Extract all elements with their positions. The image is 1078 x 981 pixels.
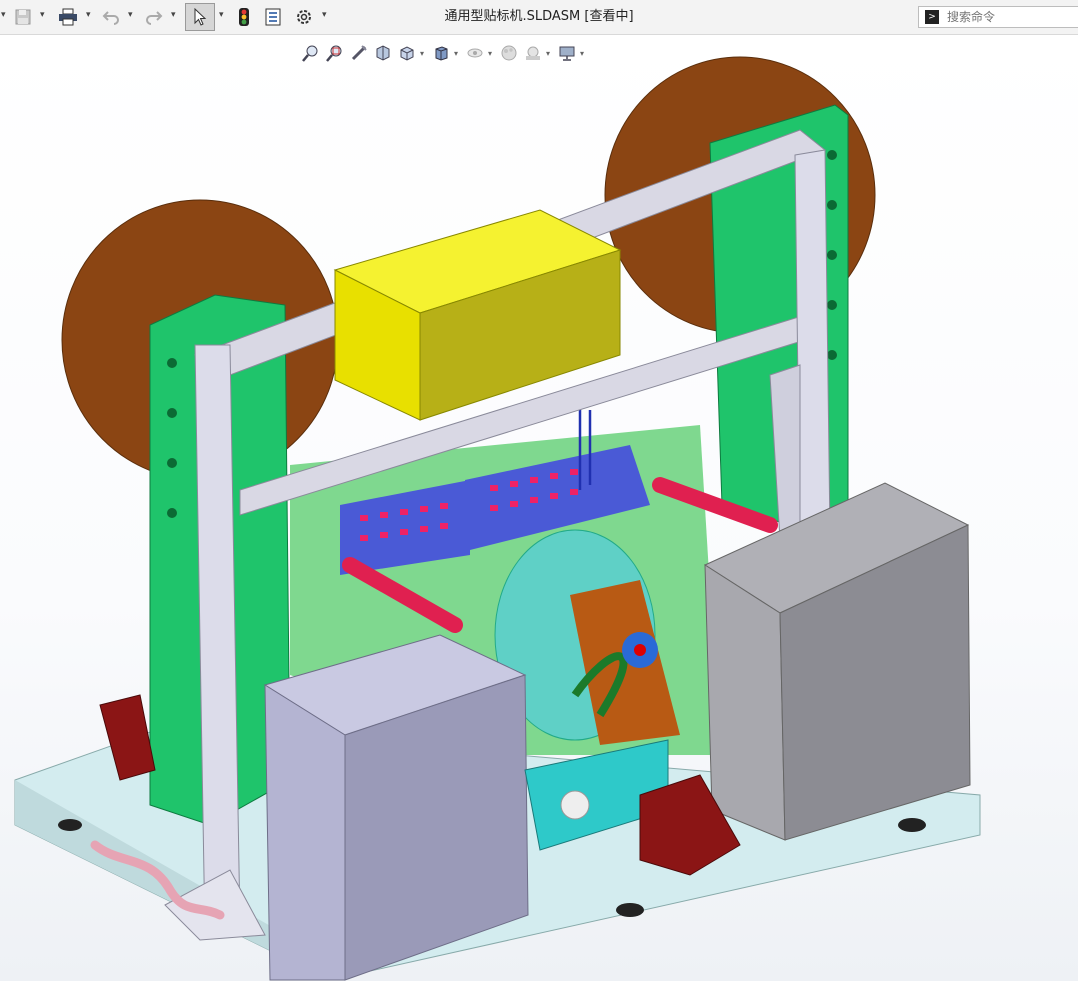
options-icon: [297, 10, 311, 24]
search-commands-input[interactable]: [945, 9, 1078, 25]
labeling-machine-model[interactable]: [0, 35, 1078, 981]
file-properties-icon: [265, 8, 281, 26]
print-button[interactable]: [55, 5, 81, 29]
print-icon: [59, 8, 77, 26]
select-dropdown-arrow[interactable]: ▾: [219, 10, 224, 20]
search-commands-box[interactable]: >: [918, 6, 1078, 28]
save-button[interactable]: [12, 5, 34, 29]
undo-dropdown-arrow[interactable]: ▾: [128, 10, 133, 20]
options-dropdown-arrow[interactable]: ▾: [322, 10, 327, 20]
undo-button[interactable]: [100, 5, 122, 29]
file-properties-button[interactable]: [262, 5, 284, 29]
graphics-area[interactable]: ▾ ▾ ▾ ▾ ▾: [0, 35, 1078, 981]
save-icon: [15, 9, 31, 25]
select-button[interactable]: [185, 3, 215, 31]
lavender-box-front: [264, 684, 346, 981]
top-toolbar: ▾ ▾ ▾ ▾ ▾ ▾ ▾ 通用型贴标机.SLDASM [查看中] > 搜索命令: [0, 0, 1078, 35]
save-dropdown-arrow[interactable]: ▾: [40, 10, 45, 20]
redo-icon: [146, 11, 163, 25]
undo-icon: [102, 11, 119, 25]
redo-button[interactable]: [143, 5, 165, 29]
rebuild-button[interactable]: [234, 5, 254, 29]
pulley-hub: [634, 644, 646, 656]
toolbar-dropdown-arrow[interactable]: ▾: [1, 10, 6, 20]
command-prompt-icon: >: [925, 10, 939, 24]
redo-dropdown-arrow[interactable]: ▾: [171, 10, 176, 20]
rebuild-icon: [239, 8, 249, 26]
print-dropdown-arrow[interactable]: ▾: [86, 10, 91, 20]
select-icon: [194, 8, 207, 26]
gearbox-pulley: [560, 790, 590, 820]
options-button[interactable]: [292, 5, 316, 29]
